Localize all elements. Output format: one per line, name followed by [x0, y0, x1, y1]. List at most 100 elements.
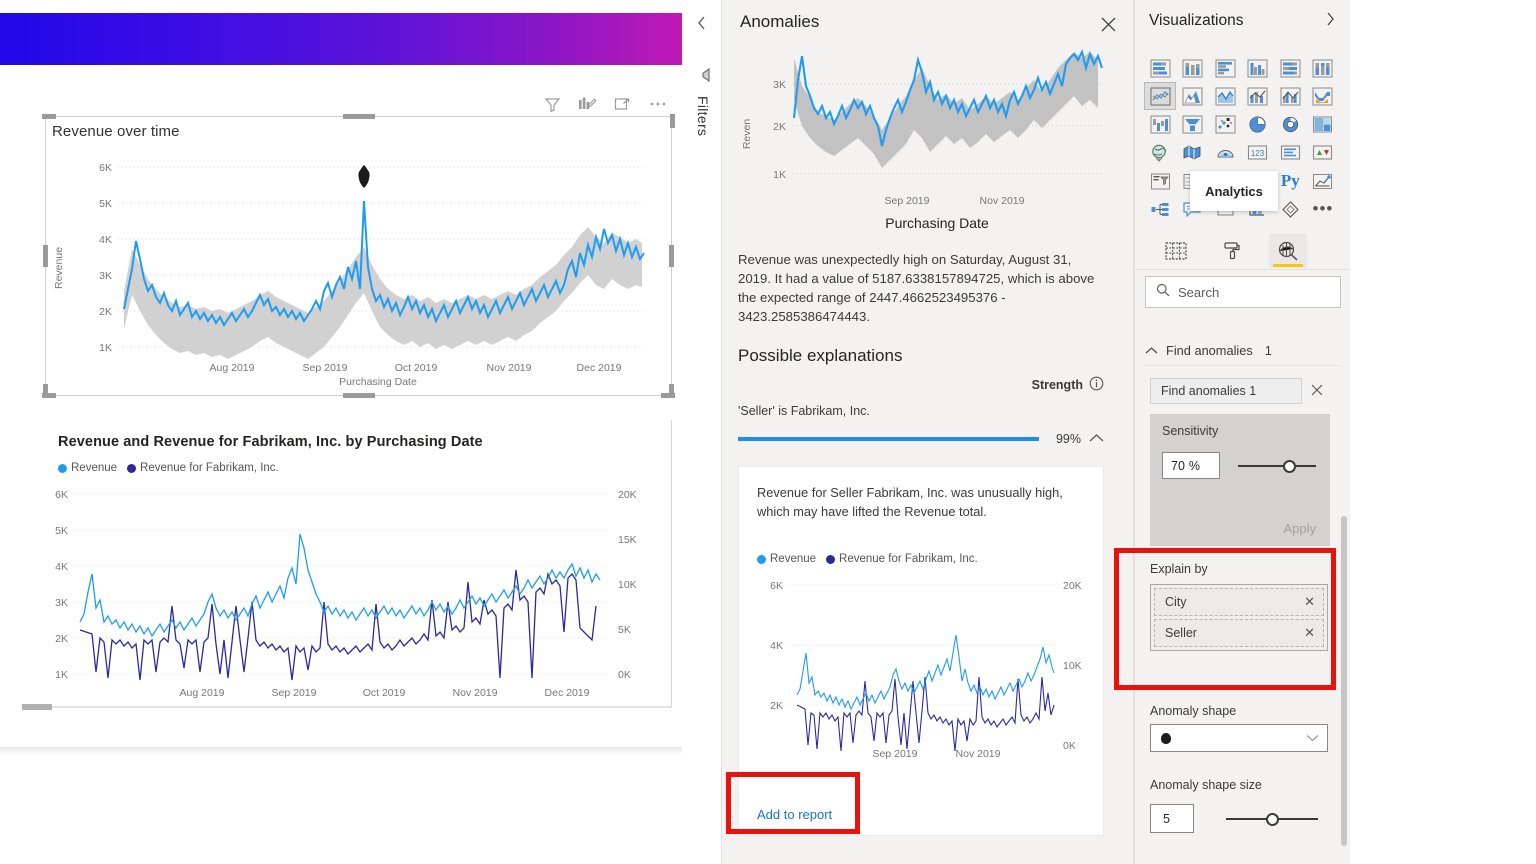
- sensitivity-slider-track[interactable]: [1238, 465, 1316, 467]
- resize-handle-bottom-left-2[interactable]: [42, 393, 56, 398]
- power-automate-icon[interactable]: [1275, 196, 1305, 222]
- anomalies-overview-plot: Reven 3K 2K 1K Sep 2019 Nov 2019 Purchasin…: [741, 48, 1104, 231]
- chevron-down-icon[interactable]: [1306, 729, 1319, 747]
- svg-text:2K: 2K: [99, 306, 112, 318]
- remove-field-icon[interactable]: ✕: [1304, 594, 1315, 610]
- analytics-tab-icon[interactable]: [1269, 233, 1307, 268]
- line-chart-icon[interactable]: [1144, 82, 1176, 111]
- field-label: City: [1165, 595, 1187, 609]
- possible-explanations-title: Possible explanations: [738, 346, 903, 365]
- 100-stacked-bar-chart-icon[interactable]: [1275, 55, 1305, 81]
- sensitivity-group[interactable]: Sensitivity 70 % Apply: [1150, 414, 1330, 546]
- remove-field-icon[interactable]: ✕: [1304, 625, 1315, 641]
- visual-revenue-fabrikam[interactable]: Revenue and Revenue for Fabrikam, Inc. b…: [22, 420, 672, 708]
- collapse-chevron-up-icon[interactable]: [1089, 430, 1104, 448]
- chevron-up-icon[interactable]: [1145, 342, 1158, 360]
- add-to-report-link[interactable]: Add to report: [757, 807, 832, 822]
- more-visuals-icon[interactable]: •••: [1308, 196, 1338, 222]
- svg-text:123: 123: [1251, 149, 1265, 158]
- stacked-column-chart-icon[interactable]: [1178, 55, 1208, 81]
- visual-title-2: Revenue and Revenue for Fabrikam, Inc. b…: [58, 434, 483, 450]
- line-stacked-column-chart-icon[interactable]: [1243, 83, 1273, 109]
- pie-chart-icon[interactable]: [1243, 112, 1273, 138]
- resize-handle-top-center[interactable]: [342, 114, 375, 119]
- 100-stacked-column-chart-icon[interactable]: [1308, 55, 1338, 81]
- svg-text:Oct 2019: Oct 2019: [363, 687, 406, 699]
- filter-icon[interactable]: [540, 93, 564, 115]
- key-influencers-icon[interactable]: [1308, 168, 1338, 194]
- svg-text:Nov 2019: Nov 2019: [980, 195, 1025, 207]
- svg-text:6K: 6K: [99, 162, 112, 174]
- find-anomalies-label: Find anomalies: [1166, 343, 1253, 358]
- python-script-icon[interactable]: Py: [1275, 168, 1305, 194]
- visual-revenue-over-time[interactable]: Revenue over time Revenue 6K 5K 4K 3K 2K 1K: [42, 114, 675, 398]
- resize-handle-bottom-center[interactable]: [342, 393, 375, 398]
- svg-text:0K: 0K: [618, 669, 631, 681]
- area-chart-icon[interactable]: [1178, 83, 1208, 109]
- format-tab-icon[interactable]: [1213, 234, 1251, 268]
- visual-title: Revenue over time: [52, 123, 180, 140]
- sensitivity-slider-knob[interactable]: [1283, 460, 1296, 473]
- strength-bar: [738, 437, 1039, 441]
- anomaly-shape-size-input[interactable]: 5: [1150, 804, 1194, 833]
- explain-by-field-city[interactable]: City ✕: [1154, 588, 1324, 616]
- ribbon-waterfall-icon[interactable]: [1308, 83, 1338, 109]
- treemap-icon[interactable]: [1308, 112, 1338, 138]
- resize-handle-top-right[interactable]: [670, 114, 675, 128]
- teardrop-shape-icon: [1161, 732, 1171, 744]
- svg-text:0K: 0K: [1063, 740, 1076, 752]
- info-icon[interactable]: [1089, 376, 1104, 394]
- fields-tab-icon[interactable]: [1157, 234, 1195, 268]
- legend-item-fabrikam: Revenue for Fabrikam, Inc.: [826, 553, 978, 565]
- arcgis-map-icon[interactable]: [1210, 140, 1240, 166]
- more-options-icon[interactable]: [646, 93, 670, 115]
- decomposition-tree-icon[interactable]: [1145, 196, 1175, 222]
- focus-mode-icon[interactable]: [611, 93, 635, 115]
- search-input[interactable]: Search: [1145, 276, 1341, 308]
- visualizations-pane-scrollbar[interactable]: [1341, 516, 1347, 846]
- anomaly-shape-select[interactable]: [1150, 724, 1328, 752]
- scatter-chart-icon[interactable]: [1210, 112, 1240, 138]
- filter-icon[interactable]: [695, 67, 711, 87]
- remove-find-anomalies-icon[interactable]: [1311, 383, 1323, 401]
- multi-row-card-icon[interactable]: [1275, 140, 1305, 166]
- svg-text:Dec 2019: Dec 2019: [577, 362, 622, 374]
- anomaly-shape-size-label: Anomaly shape size: [1150, 778, 1262, 792]
- edit-visual-icon[interactable]: [575, 93, 599, 115]
- find-anomalies-section-header[interactable]: Find anomalies 1: [1145, 336, 1341, 366]
- collapse-chevron-left-icon[interactable]: [696, 16, 708, 35]
- donut-chart-icon[interactable]: [1275, 112, 1305, 138]
- scrollbar-thumb[interactable]: [22, 704, 52, 710]
- sensitivity-input[interactable]: 70 %: [1162, 452, 1220, 479]
- explain-by-field-seller[interactable]: Seller ✕: [1154, 619, 1324, 647]
- legend-label: Revenue for Fabrikam, Inc.: [140, 462, 279, 474]
- report-canvas[interactable]: Revenue over time Revenue 6K 5K 4K 3K 2K 1K: [0, 0, 684, 864]
- chart2-horizontal-scrollbar[interactable]: [22, 702, 672, 712]
- resize-handle-top-left[interactable]: [42, 114, 56, 119]
- waterfall-chart-icon[interactable]: [1145, 112, 1175, 138]
- visualizations-pane-tabs[interactable]: [1135, 232, 1351, 270]
- find-anomalies-instance[interactable]: Find anomalies 1: [1150, 378, 1302, 404]
- funnel-chart-icon[interactable]: [1178, 112, 1208, 138]
- clustered-column-chart-icon[interactable]: [1243, 55, 1273, 81]
- chevron-right-icon[interactable]: [1325, 12, 1337, 31]
- filters-pane-collapsed[interactable]: Filters: [684, 0, 722, 864]
- apply-button[interactable]: Apply: [1283, 521, 1316, 536]
- visual-header-toolbar[interactable]: [540, 92, 670, 116]
- kpi-icon[interactable]: [1308, 140, 1338, 166]
- close-icon[interactable]: [1096, 12, 1120, 36]
- anomaly-shape-size-slider-knob[interactable]: [1266, 813, 1279, 826]
- line-clustered-column-chart-icon[interactable]: [1275, 83, 1305, 109]
- svg-text:5K: 5K: [99, 198, 112, 210]
- explanation-card[interactable]: Revenue for Seller Fabrikam, Inc. was un…: [738, 466, 1104, 836]
- filled-map-icon[interactable]: [1178, 140, 1208, 166]
- stacked-bar-chart-icon[interactable]: [1145, 55, 1175, 81]
- stacked-area-chart-icon[interactable]: [1210, 83, 1240, 109]
- clustered-bar-chart-icon[interactable]: [1210, 55, 1240, 81]
- explain-by-field-well[interactable]: City ✕ Seller ✕: [1150, 584, 1328, 651]
- slicer-icon[interactable]: [1145, 168, 1175, 194]
- explain-by-group[interactable]: Explain by City ✕ Seller ✕: [1150, 562, 1330, 651]
- svg-text:Aug 2019: Aug 2019: [180, 687, 225, 699]
- map-icon[interactable]: [1145, 140, 1175, 166]
- card-icon[interactable]: 123: [1243, 140, 1273, 166]
